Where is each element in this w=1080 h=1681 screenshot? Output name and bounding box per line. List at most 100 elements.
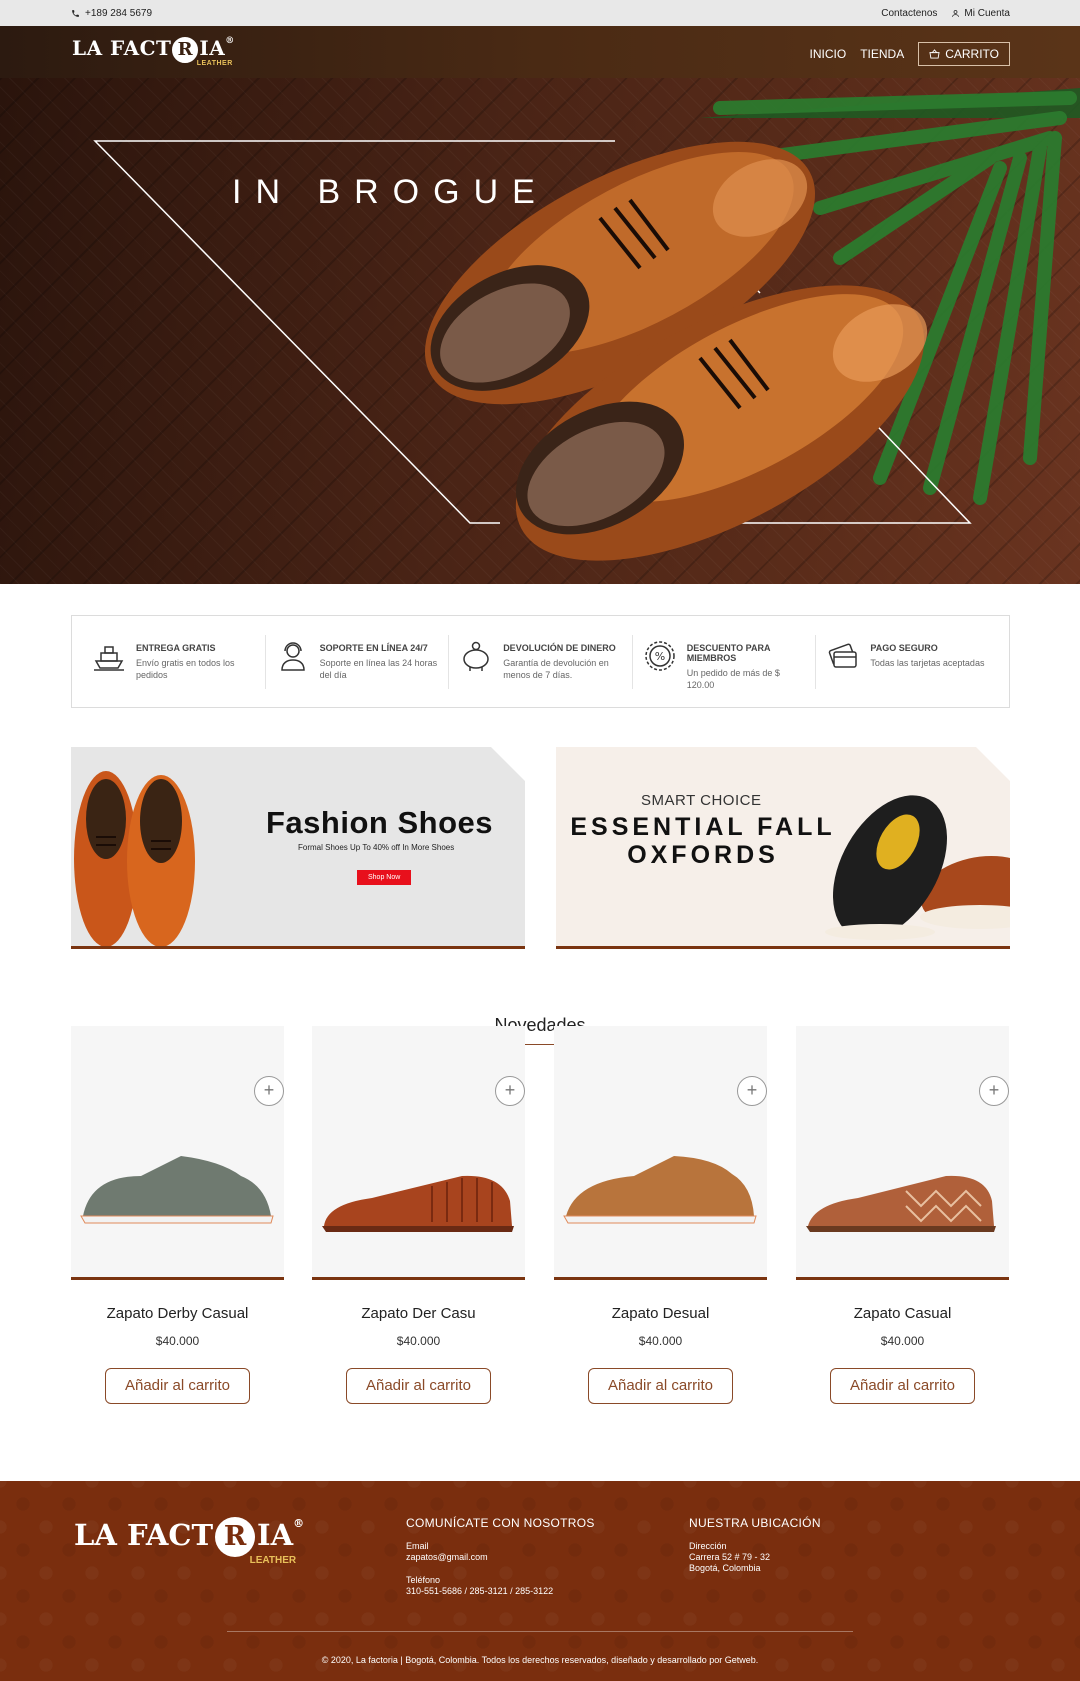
add-plus-button[interactable]: + [495,1076,525,1106]
footer-phone[interactable]: 310-551-5686 / 285-3121 / 285-3122 [406,1586,595,1597]
add-to-cart-button[interactable]: Añadir al carrito [105,1368,250,1404]
shoe-body [324,1175,512,1226]
feature-title: PAGO SEGURO [870,642,938,653]
discount-badge-icon: % [645,640,675,671]
product-price: $40.000 [638,1334,683,1348]
add-to-cart-button[interactable]: Añadir al carrito [346,1368,491,1404]
oxfords-kicker: SMART CHOICE [641,792,762,809]
feature-secure-payment: PAGO SEGURO Todas las tarjetas aceptadas [816,635,999,689]
product-name[interactable]: Zapato Der Casu [312,1305,525,1322]
features-strip: ENTREGA GRATIS Envío gratis en todos los … [71,615,1010,708]
fashion-banner-title: Fashion Shoes [266,805,493,840]
feature-free-delivery: ENTREGA GRATIS Envío gratis en todos los … [82,634,266,689]
feature-title: DEVOLUCIÓN DE DINERO [503,642,616,653]
footer-address-line2: Bogotá, Colombia [689,1563,761,1573]
feature-title: SOPORTE EN LÍNEA 24/7 [319,642,428,653]
shoe-image [806,1175,996,1232]
shoe-image [322,1175,514,1232]
top-phone-text[interactable]: +189 284 5679 [85,8,152,19]
hero-banner[interactable]: IN BROGUE [0,78,1080,584]
feature-text: Garantía de devolución en menos de 7 día… [503,657,609,680]
footer-contact-title: COMUNÍCATE CON NOSOTROS [406,1516,595,1530]
product-card[interactable]: + Zapato Casual $40.000 Añadir al carrit… [796,1026,1009,1404]
footer-logo-text-a: LA FACT [74,1518,214,1552]
brand-logo[interactable]: LA FACT R IA® LEATHER [72,36,235,67]
product-name[interactable]: Zapato Casual [796,1305,1009,1322]
add-plus-button[interactable]: + [737,1076,767,1106]
nav-shop[interactable]: TIENDA [860,47,904,61]
footer-logo-r-circle: R [215,1517,256,1557]
footer-divider [227,1631,853,1632]
black-oxford-image [825,795,1010,940]
footer-email[interactable]: zapatos@gmail.com [406,1552,595,1563]
top-bar: +189 284 5679 Contactenos Mi Cuenta [0,0,1080,26]
footer-address-label: Dirección [689,1541,727,1551]
oxford-shoes-image [74,771,195,946]
hero-art [93,88,1080,561]
feature-money-back: DEVOLUCIÓN DE DINERO Garantía de devoluci… [449,634,633,689]
feature-member-discount: % DESCUENTO PARA MIEMBROS Un pedido de má… [633,634,817,690]
feature-title: ENTREGA GRATIS [136,642,216,653]
product-name[interactable]: Zapato Derby Casual [71,1305,284,1322]
product-image[interactable]: + [312,1026,525,1280]
footer-phone-label: Teléfono [406,1575,441,1585]
contact-link[interactable]: Contactenos [881,8,937,19]
cart-button[interactable]: CARRITO [918,42,1010,66]
footer-logo-registered: ® [293,1517,305,1530]
logo-r-circle: R [172,37,199,63]
banner-corner-cut [491,747,525,781]
product-image[interactable]: + [796,1026,1009,1280]
product-name[interactable]: Zapato Desual [554,1305,767,1322]
piggy-bank-icon [463,641,489,671]
footer-logo-text-b: IA [257,1518,294,1552]
footer-contact: COMUNÍCATE CON NOSOTROS Email zapatos@gm… [406,1516,595,1597]
essential-oxfords-banner[interactable]: SMART CHOICE ESSENTIAL FALL OXFORDS [556,747,1010,949]
cart-label: CARRITO [945,47,999,61]
add-to-cart-button[interactable]: Añadir al carrito [588,1368,733,1404]
user-icon [952,10,960,17]
product-card[interactable]: + Zapato Desual $40.000 Añadir al carrit… [554,1026,767,1404]
fashion-banner-subtitle: Formal Shoes Up To 40% off In More Shoes [298,843,455,852]
add-to-cart-button[interactable]: Añadir al carrito [830,1368,975,1404]
logo-text-a: LA FACT [72,36,172,60]
product-card[interactable]: + Zapato Derby Casual $40.000 Añadir al … [71,1026,284,1404]
shoe-body [83,1156,271,1216]
product-price: $40.000 [155,1334,200,1348]
shoe-body [808,1175,994,1226]
basket-icon [929,49,940,59]
logo-subtitle: LEATHER [196,60,233,67]
footer-location-title: NUESTRA UBICACIÓN [689,1516,821,1530]
shoe-body [566,1156,754,1216]
account-label: Mi Cuenta [964,8,1010,19]
main-nav: INICIO TIENDA CARRITO [810,42,1010,66]
feature-text: Todas las tarjetas aceptadas [870,657,985,668]
phone-icon [72,10,79,17]
page: +189 284 5679 Contactenos Mi Cuenta LA F… [0,0,1080,1681]
feature-title: DESCUENTO PARA MIEMBROS [686,642,771,663]
footer-copyright: © 2020, La factoria | Bogotá, Colombia. … [321,1655,759,1665]
account-link[interactable]: Mi Cuenta [951,8,1010,19]
top-phone: +189 284 5679 [71,8,152,19]
oxfords-title: ESSENTIAL FALL OXFORDS [568,813,838,869]
product-card[interactable]: + Zapato Der Casu $40.000 Añadir al carr… [312,1026,525,1404]
add-plus-button[interactable]: + [254,1076,284,1106]
main-header: LA FACT R IA® LEATHER INICIO TIENDA CARRIT… [0,26,1080,78]
oxfords-title-line2: OXFORDS [627,841,779,869]
product-image[interactable]: + [554,1026,767,1280]
fashion-shoes-banner[interactable]: Fashion Shoes Formal Shoes Up To 40% off… [71,747,525,949]
logo-registered: ® [225,36,235,46]
shop-now-button[interactable]: Shop Now [357,870,412,885]
logo-text-b: IA [199,36,226,60]
footer-location: NUESTRA UBICACIÓN Dirección Carrera 52 #… [689,1516,821,1574]
ship-icon [94,645,124,671]
footer-email-label: Email [406,1541,429,1551]
product-image[interactable]: + [71,1026,284,1280]
nav-home[interactable]: INICIO [810,47,847,61]
feature-text: Envío gratis en todos los pedidos [136,657,235,680]
support-agent-icon [280,641,305,671]
footer-logo[interactable]: LA FACT R IA® LEATHER [74,1517,305,1566]
site-footer: LA FACT R IA® LEATHER COMUNÍCATE CON NOSOT… [0,1481,1080,1681]
shoe-image [563,1156,757,1224]
footer-logo-subtitle: LEATHER [249,1555,297,1566]
add-plus-button[interactable]: + [979,1076,1009,1106]
